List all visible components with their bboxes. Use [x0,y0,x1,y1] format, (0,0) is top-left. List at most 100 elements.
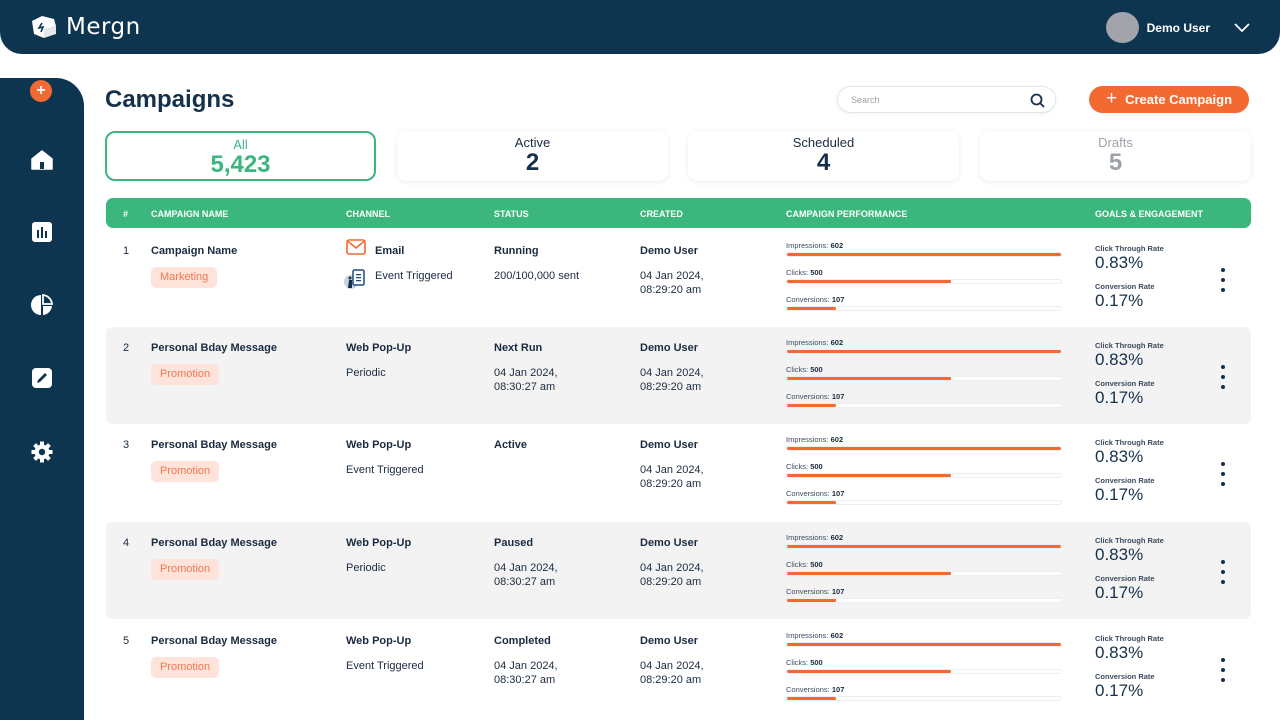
created-by: Demo User [640,245,699,257]
performance-metric: Clicks: 500 [786,365,1062,392]
stat-value: 4 [816,149,831,176]
metric-value: 107 [831,392,845,401]
metric-value: 602 [830,338,844,347]
more-options-icon[interactable] [1218,560,1228,584]
status: Paused [494,537,534,549]
stat-label: Active [514,135,551,150]
progress-track [786,500,1062,505]
performance-metric: Impressions: 602 [786,533,1062,560]
app-name: Mergn [66,14,141,40]
campaign-tag: Promotion [151,461,220,482]
col-status[interactable]: STATUS [494,209,529,219]
progress-fill [787,404,837,407]
goals-engagement: Click Through Rate 0.83% Conversion Rate 0.… [1095,536,1164,612]
col-goals[interactable]: GOALS & ENGAGEMENT [1095,209,1203,219]
avatar[interactable] [1105,12,1139,43]
table-row[interactable]: 3 Personal Bday Message Promotion Web Pop-U… [106,424,1251,521]
table-row[interactable]: 4 Personal Bday Message Promotion Web Pop-U… [106,522,1251,619]
progress-track [786,279,1062,284]
search-input[interactable] [851,95,1021,105]
table-row[interactable]: 5 Personal Bday Message Promotion Web Pop-U… [106,620,1251,717]
metric-value: 602 [830,241,844,250]
metric-value: 107 [831,587,845,596]
campaign-name[interactable]: Campaign Name [151,245,237,257]
col-performance[interactable]: CAMPAIGN PERFORMANCE [786,209,907,219]
campaign-tag: Promotion [151,559,220,580]
col-channel[interactable]: CHANNEL [346,209,390,219]
stat-card-active[interactable]: Active 2 [397,131,668,181]
metric-label: Conversions: [786,392,830,401]
metric-value: 602 [830,435,844,444]
chevron-down-icon[interactable] [1234,22,1250,33]
metric-value: 602 [830,631,844,640]
created-by: Demo User [640,439,699,451]
campaign-name[interactable]: Personal Bday Message [151,537,277,549]
channel: Web Pop-Up [346,635,412,647]
campaign-name[interactable]: Personal Bday Message [151,439,277,451]
more-options-icon[interactable] [1218,268,1228,292]
sidebar-item-reports[interactable] [30,293,54,317]
performance-metric: Impressions: 602 [786,435,1062,462]
stat-card-drafts[interactable]: Drafts 5 [980,131,1251,181]
progress-track [786,252,1062,257]
campaign-name[interactable]: Personal Bday Message [151,342,277,354]
search-box[interactable] [837,86,1056,113]
metric-label: Clicks: [786,462,809,471]
performance-metric: Conversions: 107 [786,587,1062,614]
metric-value: 107 [831,295,845,304]
sidebar-item-analytics[interactable] [30,220,54,244]
more-options-icon[interactable] [1218,365,1228,389]
user-menu[interactable]: Demo User [1105,12,1250,43]
table-row[interactable]: 1 Campaign Name Marketing Email Event Trigge… [106,230,1251,327]
more-options-icon[interactable] [1218,658,1228,682]
performance-metric: Clicks: 500 [786,560,1062,587]
cvr-value: 0.17% [1095,291,1144,310]
col-campaign-name[interactable]: CAMPAIGN NAME [151,209,228,219]
sidebar-item-editor[interactable] [30,366,54,390]
sidebar-item-settings[interactable] [30,440,54,464]
progress-track [786,571,1062,576]
home-icon [31,150,53,170]
more-options-icon[interactable] [1218,462,1228,486]
progress-fill [787,307,837,310]
ctr-value: 0.83% [1095,545,1144,564]
performance-metric: Clicks: 500 [786,658,1062,685]
cvr-label: Conversion Rate [1095,672,1155,681]
campaign-performance: Impressions: 602 Clicks: 500 Conversions: … [786,631,1062,712]
campaign-name[interactable]: Personal Bday Message [151,635,277,647]
status: Running [494,245,539,257]
plus-icon: + [1105,88,1118,109]
row-index: 2 [123,342,130,354]
add-button[interactable]: + [30,80,52,102]
metric-value: 500 [810,462,823,471]
status: Completed [494,635,551,647]
sidebar-item-home[interactable] [30,148,54,172]
logo[interactable]: Mergn [30,14,141,40]
progress-track [786,598,1062,603]
cvr-label: Conversion Rate [1095,282,1155,291]
created-at: 04 Jan 2024, 08:29:20 am [640,270,704,296]
metric-label: Clicks: [786,365,809,374]
performance-metric: Impressions: 602 [786,241,1062,268]
progress-fill [787,599,837,602]
metric-label: Conversions: [786,587,830,596]
row-index: 1 [123,245,130,257]
edit-icon [32,368,52,388]
progress-fill [787,545,1061,548]
stat-value: 5 [1108,149,1123,176]
progress-track [786,446,1062,451]
metric-value: 500 [810,560,823,569]
sidebar [0,78,84,720]
create-campaign-button[interactable]: + Create Campaign [1089,86,1249,113]
cvr-value: 0.17% [1095,388,1144,407]
table-row[interactable]: 2 Personal Bday Message Promotion Web Pop-U… [106,327,1251,424]
pie-chart-icon [31,294,53,315]
stat-card-all[interactable]: All 5,423 [105,131,376,181]
cvr-label: Conversion Rate [1095,574,1155,583]
performance-metric: Conversions: 107 [786,295,1062,322]
col-created[interactable]: CREATED [640,209,683,219]
metric-value: 602 [830,533,844,542]
stat-card-scheduled[interactable]: Scheduled 4 [688,131,959,181]
search-icon[interactable] [1030,93,1045,108]
progress-track [786,306,1062,311]
